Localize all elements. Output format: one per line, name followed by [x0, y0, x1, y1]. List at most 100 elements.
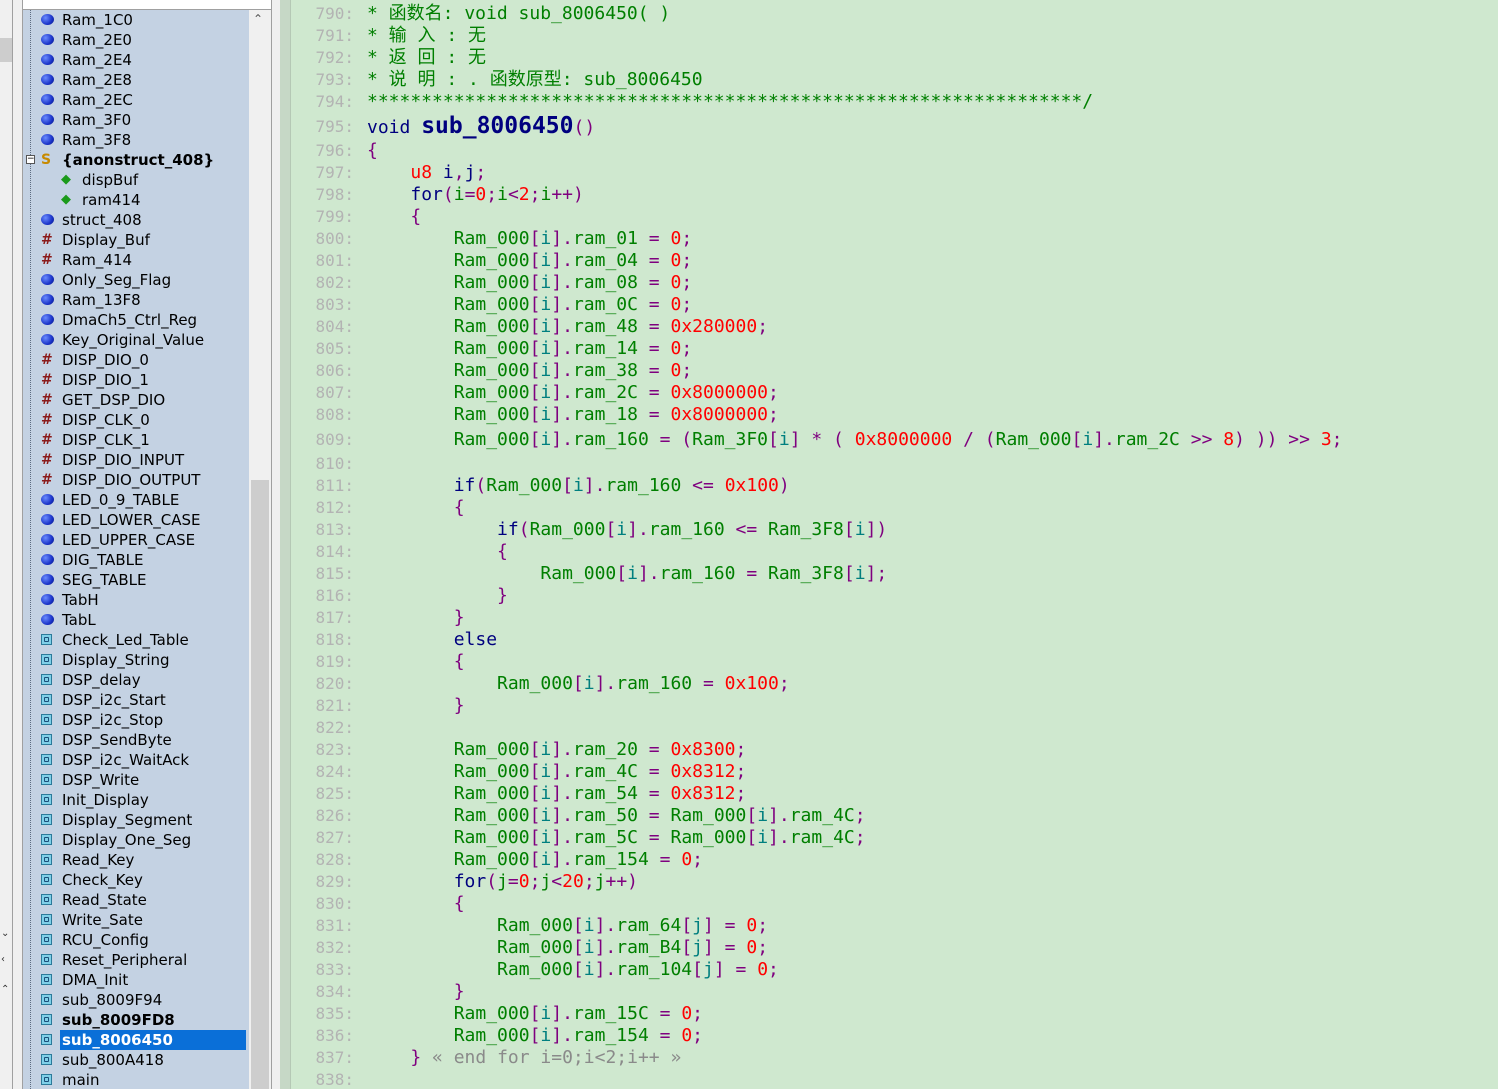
code-line[interactable]: 809: Ram_000[i].ram_160 = (Ram_3F0[i] * … [280, 426, 1498, 453]
code-line[interactable]: 823: Ram_000[i].ram_20 = 0x8300; [280, 739, 1498, 761]
code-line[interactable]: 796: { [280, 140, 1498, 162]
code-line[interactable]: 824: Ram_000[i].ram_4C = 0x8312; [280, 761, 1498, 783]
code-line[interactable]: 835: Ram_000[i].ram_15C = 0; [280, 1003, 1498, 1025]
tree-item-rcu-config[interactable]: RCU_Config [23, 930, 249, 950]
code-line[interactable]: 820: Ram_000[i].ram_160 = 0x100; [280, 673, 1498, 695]
tree-item-ram-2e0[interactable]: Ram_2E0 [23, 30, 249, 50]
code-line[interactable]: 828: Ram_000[i].ram_154 = 0; [280, 849, 1498, 871]
code-line[interactable]: 837: } « end for i=0;i<2;i++ » [280, 1047, 1498, 1069]
code-line[interactable]: 790: * 函数名: void sub_8006450( ) [280, 3, 1498, 25]
collapse-toggle-icon[interactable]: − [26, 155, 35, 164]
tree-item-check-key[interactable]: Check_Key [23, 870, 249, 890]
code-line[interactable]: 822: [280, 717, 1498, 739]
tree-item-init-display[interactable]: Init_Display [23, 790, 249, 810]
tree-item-seg-table[interactable]: SEG_TABLE [23, 570, 249, 590]
tree-item-ram-3f0[interactable]: Ram_3F0 [23, 110, 249, 130]
code-line[interactable]: 830: { [280, 893, 1498, 915]
tree-item-dsp-sendbyte[interactable]: DSP_SendByte [23, 730, 249, 750]
tree-item-ram414[interactable]: ◆ ram414 [23, 190, 249, 210]
tree-item-ram-2ec[interactable]: Ram_2EC [23, 90, 249, 110]
code-line[interactable]: 827: Ram_000[i].ram_5C = Ram_000[i].ram_… [280, 827, 1498, 849]
code-line[interactable]: 810: [280, 453, 1498, 475]
code-line[interactable]: 813: if(Ram_000[i].ram_160 <= Ram_3F8[i]… [280, 519, 1498, 541]
tree-item-ram-3f8[interactable]: Ram_3F8 [23, 130, 249, 150]
tree-item-ram-1c0[interactable]: Ram_1C0 [23, 10, 249, 30]
code-editor[interactable]: 790: * 函数名: void sub_8006450( ) 791: * 输 入 … [280, 0, 1498, 1089]
tree-item-dsp-write[interactable]: DSP_Write [23, 770, 249, 790]
scroll-up-arrow-icon[interactable]: ⌃ [253, 12, 263, 26]
code-line[interactable]: 805: Ram_000[i].ram_14 = 0; [280, 338, 1498, 360]
code-line[interactable]: 829: for(j=0;j<20;j++) [280, 871, 1498, 893]
tree-item-only-seg-flag[interactable]: Only_Seg_Flag [23, 270, 249, 290]
tree-item-disp-dio-1[interactable]: # DISP_DIO_1 [23, 370, 249, 390]
tree-item-key-original-value[interactable]: Key_Original_Value [23, 330, 249, 350]
code-line[interactable]: 817: } [280, 607, 1498, 629]
tree-item-sub-800a418[interactable]: sub_800A418 [23, 1050, 249, 1070]
code-line[interactable]: 812: { [280, 497, 1498, 519]
code-line[interactable]: 819: { [280, 651, 1498, 673]
code-line[interactable]: 795: void sub_8006450() [280, 113, 1498, 140]
tree-item-struct-408[interactable]: struct_408 [23, 210, 249, 230]
tree-item-dma-init[interactable]: DMA_Init [23, 970, 249, 990]
code-line[interactable]: 793: * 说 明 : . 函数原型: sub_8006450 [280, 69, 1498, 91]
tree-item-disp-dio-0[interactable]: # DISP_DIO_0 [23, 350, 249, 370]
tree-item-dmach5-ctrl-reg[interactable]: DmaCh5_Ctrl_Reg [23, 310, 249, 330]
tree-item-disp-dio-output[interactable]: # DISP_DIO_OUTPUT [23, 470, 249, 490]
tree-item-led-upper-case[interactable]: LED_UPPER_CASE [23, 530, 249, 550]
code-line[interactable]: 811: if(Ram_000[i].ram_160 <= 0x100) [280, 475, 1498, 497]
code-line[interactable]: 791: * 输 入 : 无 [280, 25, 1498, 47]
tree-item-anonstruct-408[interactable]: − S {anonstruct_408} [23, 150, 249, 170]
tree-item-read-state[interactable]: Read_State [23, 890, 249, 910]
tree-item-reset-peripheral[interactable]: Reset_Peripheral [23, 950, 249, 970]
code-line[interactable]: 833: Ram_000[i].ram_104[j] = 0; [280, 959, 1498, 981]
tree-item-sub-8006450[interactable]: sub_8006450 [23, 1030, 249, 1050]
tree-item-ram-2e4[interactable]: Ram_2E4 [23, 50, 249, 70]
tree-item-dispbuf[interactable]: ◆ dispBuf [23, 170, 249, 190]
tree-item-led-lower-case[interactable]: LED_LOWER_CASE [23, 510, 249, 530]
tree-item-dsp-i2c-stop[interactable]: DSP_i2c_Stop [23, 710, 249, 730]
tree-item-tabl[interactable]: TabL [23, 610, 249, 630]
tree-item-get-dsp-dio[interactable]: # GET_DSP_DIO [23, 390, 249, 410]
tree-item-main[interactable]: main [23, 1070, 249, 1089]
tree-item-dsp-delay[interactable]: DSP_delay [23, 670, 249, 690]
code-line[interactable]: 806: Ram_000[i].ram_38 = 0; [280, 360, 1498, 382]
tree-item-ram-13f8[interactable]: Ram_13F8 [23, 290, 249, 310]
tree-item-display-segment[interactable]: Display_Segment [23, 810, 249, 830]
tree-item-ram-414[interactable]: # Ram_414 [23, 250, 249, 270]
tree-item-display-string[interactable]: Display_String [23, 650, 249, 670]
tree-item-dsp-i2c-start[interactable]: DSP_i2c_Start [23, 690, 249, 710]
tree-scrollbar[interactable]: ⌃ [249, 10, 271, 1089]
left-pane-scroll-thumb[interactable] [0, 38, 12, 62]
code-line[interactable]: 800: Ram_000[i].ram_01 = 0; [280, 228, 1498, 250]
code-line[interactable]: 798: for(i=0;i<2;i++) [280, 184, 1498, 206]
code-line[interactable]: 792: * 返 回 : 无 [280, 47, 1498, 69]
tree-item-dig-table[interactable]: DIG_TABLE [23, 550, 249, 570]
code-line[interactable]: 808: Ram_000[i].ram_18 = 0x8000000; [280, 404, 1498, 426]
code-line[interactable]: 821: } [280, 695, 1498, 717]
code-line[interactable]: 816: } [280, 585, 1498, 607]
code-line[interactable]: 814: { [280, 541, 1498, 563]
scroll-up-arrow-icon[interactable]: ⌃ [1, 984, 9, 995]
tree-item-tabh[interactable]: TabH [23, 590, 249, 610]
code-line[interactable]: 794: ************************************… [280, 91, 1498, 113]
code-line[interactable]: 807: Ram_000[i].ram_2C = 0x8000000; [280, 382, 1498, 404]
tree-item-led-0-9-table[interactable]: LED_0_9_TABLE [23, 490, 249, 510]
tree-scroll-thumb[interactable] [251, 480, 269, 1089]
code-line[interactable]: 832: Ram_000[i].ram_B4[j] = 0; [280, 937, 1498, 959]
code-line[interactable]: 802: Ram_000[i].ram_08 = 0; [280, 272, 1498, 294]
code-line[interactable]: 815: Ram_000[i].ram_160 = Ram_3F8[i]; [280, 563, 1498, 585]
tree-item-check-led-table[interactable]: Check_Led_Table [23, 630, 249, 650]
tree-item-sub-8009fd8[interactable]: sub_8009FD8 [23, 1010, 249, 1030]
tree-item-display-buf[interactable]: # Display_Buf [23, 230, 249, 250]
code-line[interactable]: 818: else [280, 629, 1498, 651]
code-line[interactable]: 804: Ram_000[i].ram_48 = 0x280000; [280, 316, 1498, 338]
scroll-down-arrow-icon[interactable]: ⌄ [1, 928, 9, 939]
code-line[interactable]: 825: Ram_000[i].ram_54 = 0x8312; [280, 783, 1498, 805]
chevron-left-icon[interactable]: ‹ [1, 954, 5, 965]
code-line[interactable]: 836: Ram_000[i].ram_154 = 0; [280, 1025, 1498, 1047]
tree-item-disp-clk-0[interactable]: # DISP_CLK_0 [23, 410, 249, 430]
tree-item-ram-2e8[interactable]: Ram_2E8 [23, 70, 249, 90]
tree-item-disp-dio-input[interactable]: # DISP_DIO_INPUT [23, 450, 249, 470]
code-line[interactable]: 801: Ram_000[i].ram_04 = 0; [280, 250, 1498, 272]
code-line[interactable]: 838: [280, 1069, 1498, 1089]
